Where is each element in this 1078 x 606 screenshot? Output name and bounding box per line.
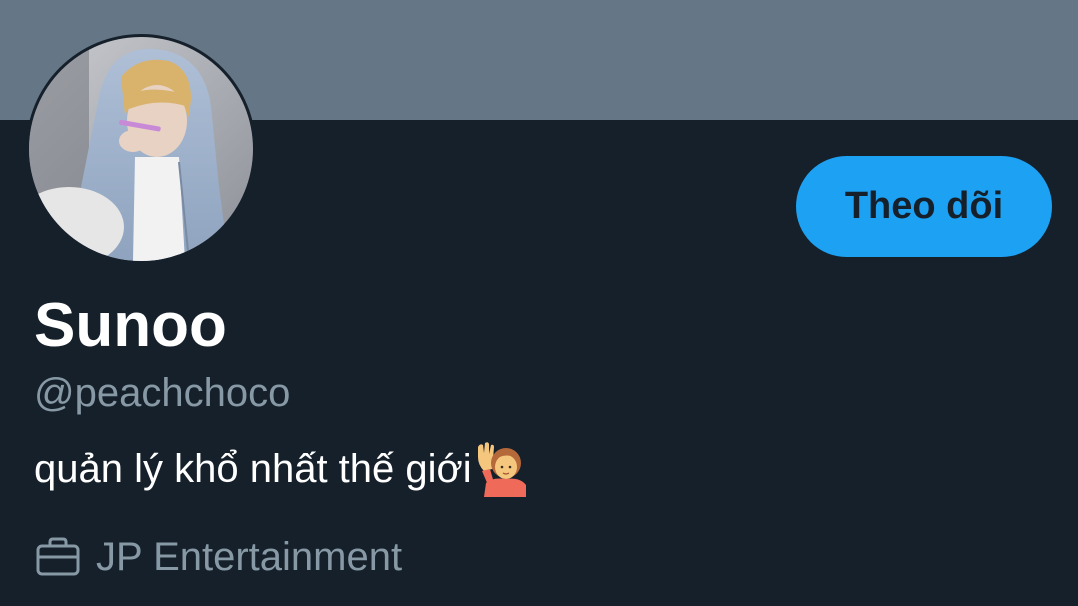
work-label: JP Entertainment (96, 535, 403, 579)
work-info: JP Entertainment (36, 532, 402, 582)
display-name: Sunoo (34, 291, 227, 360)
profile-page: Theo dõi Sunoo @peachchoco quản lý khổ n… (0, 0, 1078, 606)
user-handle: @peachchoco (34, 371, 291, 415)
person-raising-hand-emoji (474, 441, 526, 497)
avatar-photo (29, 37, 253, 261)
bio: quản lý khổ nhất thế giới (34, 441, 526, 497)
briefcase-icon (36, 537, 80, 577)
bio-text: quản lý khổ nhất thế giới (34, 447, 472, 491)
follow-button[interactable]: Theo dõi (796, 156, 1052, 257)
avatar[interactable] (26, 34, 256, 264)
